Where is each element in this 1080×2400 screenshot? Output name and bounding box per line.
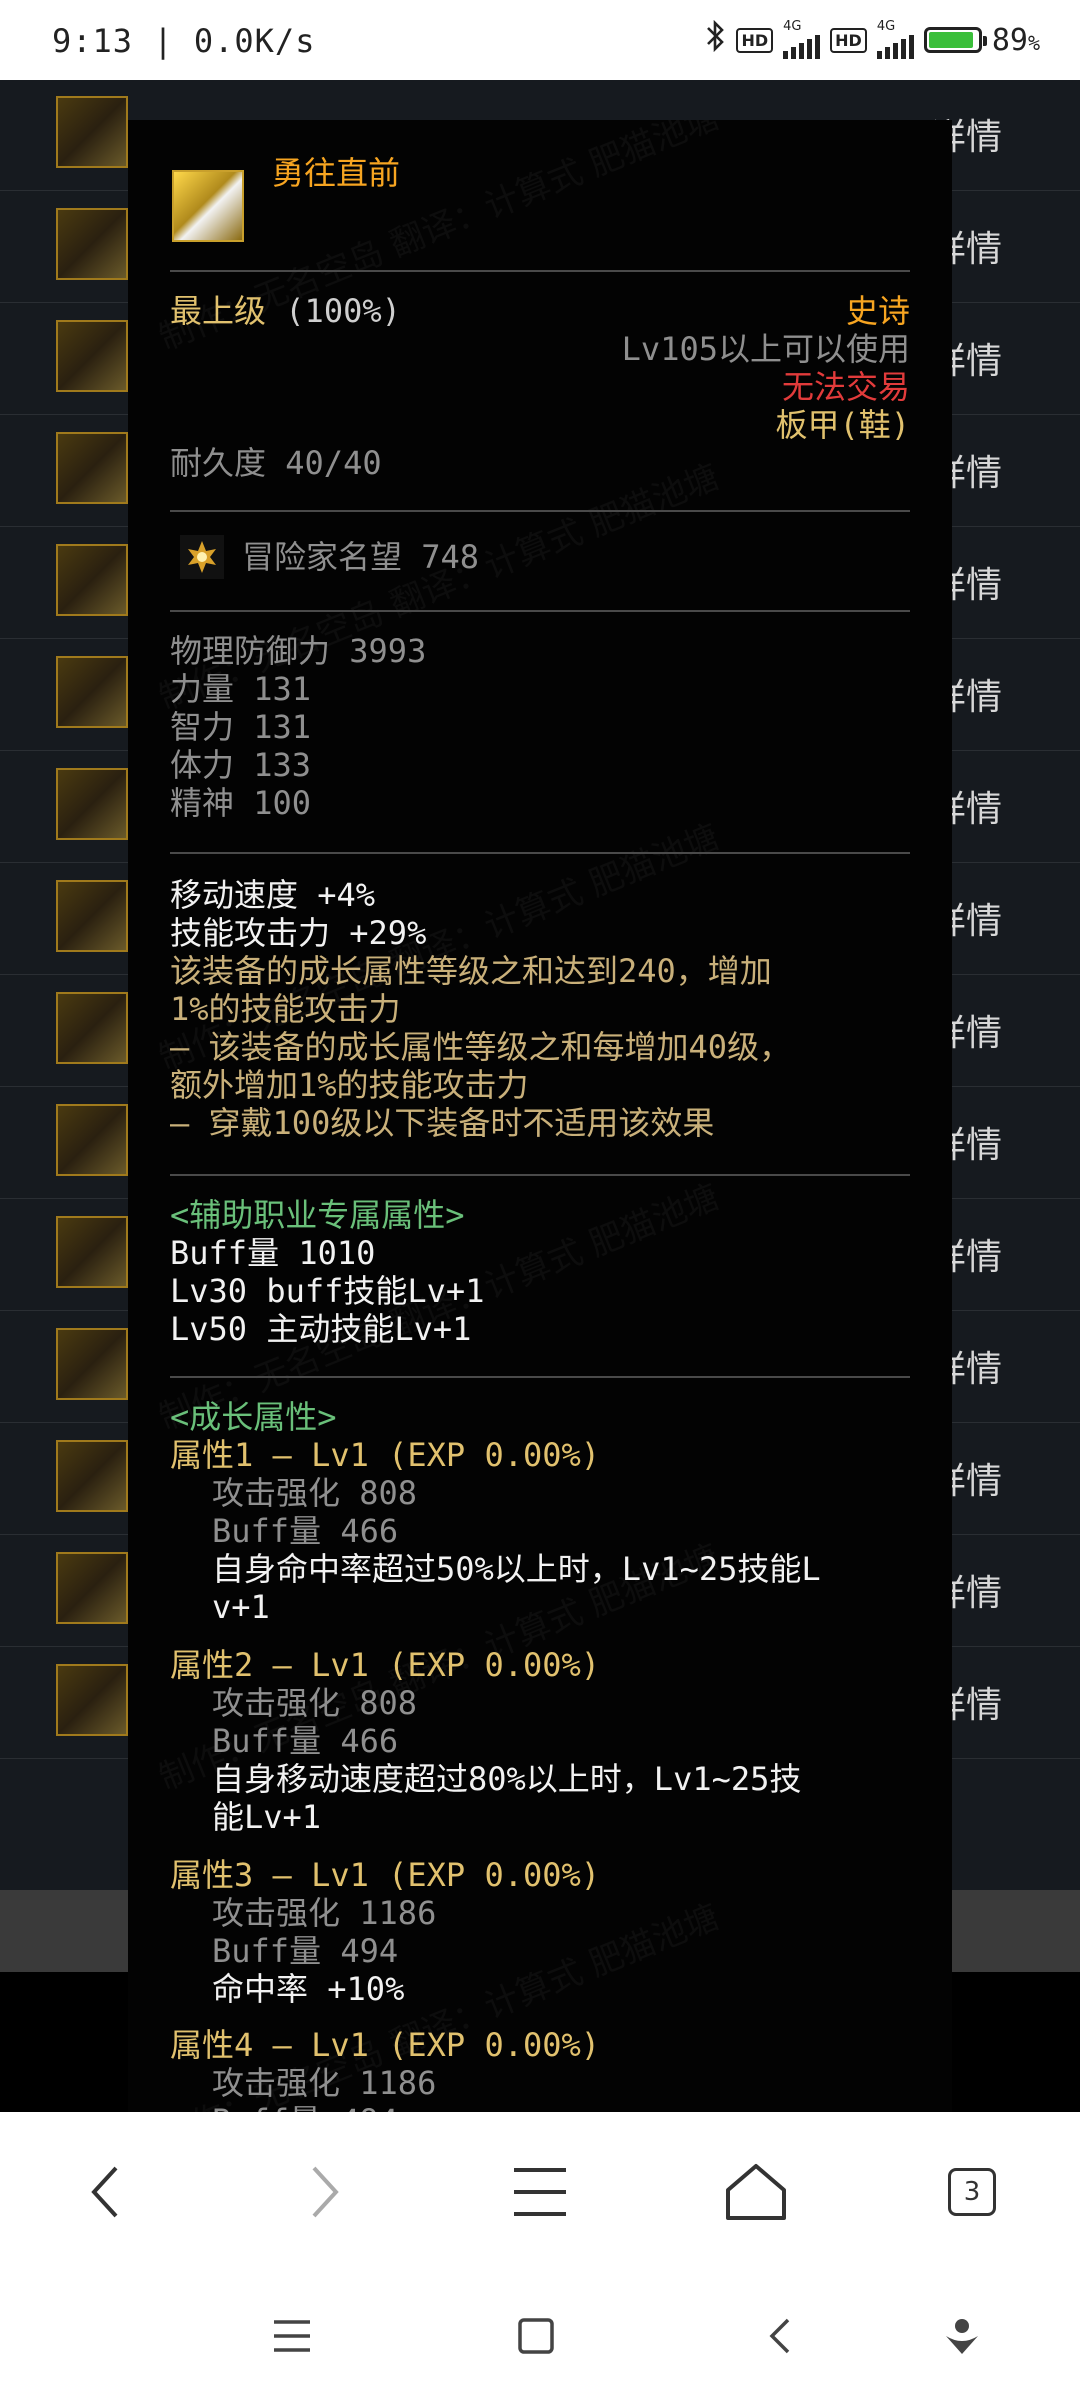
growth-3-head: 属性3 — Lv1 (EXP 0.00%) xyxy=(170,1856,601,1894)
item-tooltip: 制作：无名空岛 翻译：计算式 肥猫池塘 制作：无名空岛 翻译：计算式 肥猫池塘 … xyxy=(128,120,952,2120)
fame-crest-icon xyxy=(180,535,224,579)
home-nav-button[interactable] xyxy=(504,2304,568,2368)
stat-strength: 力量 131 xyxy=(170,670,312,708)
menu-icon xyxy=(514,2168,566,2216)
bonus-desc-line: 额外增加1%的技能攻击力 xyxy=(170,1066,529,1104)
item-thumbnail xyxy=(56,1104,128,1176)
recent-apps-button[interactable] xyxy=(260,2304,324,2368)
item-thumbnail xyxy=(56,1328,128,1400)
item-thumbnail xyxy=(56,432,128,504)
growth-1-head: 属性1 — Lv1 (EXP 0.00%) xyxy=(170,1436,601,1474)
back-triangle-icon xyxy=(769,2318,790,2354)
bonus-desc-line: — 该装备的成长属性等级之和每增加40级， xyxy=(170,1028,792,1066)
home-icon xyxy=(726,2164,786,2220)
divider xyxy=(170,1174,910,1176)
support-lv30: Lv30 buff技能Lv+1 xyxy=(170,1272,485,1310)
growth-1-attack: 攻击强化 808 xyxy=(212,1474,418,1512)
battery-level: 89% xyxy=(991,22,1040,58)
system-nav-bar xyxy=(0,2272,1080,2400)
chevron-right-icon xyxy=(312,2166,339,2218)
bonus-skill-attack: 技能攻击力 +29% xyxy=(170,914,427,952)
item-grade: 最上级 (100%) xyxy=(170,292,401,330)
growth-1-buff: Buff量 466 xyxy=(212,1512,399,1550)
hd-icon: HD xyxy=(830,27,867,53)
status-left: 9:13 | 0.0K/s xyxy=(52,22,316,60)
growth-3-attack: 攻击强化 1186 xyxy=(212,1894,437,1932)
item-thumbnail xyxy=(56,992,128,1064)
support-section-title: <辅助职业专属属性> xyxy=(170,1196,465,1234)
divider xyxy=(170,610,910,612)
status-right: HD 4G HD 4G 89% xyxy=(704,19,1040,60)
growth-1-effect: 自身命中率超过50%以上时，Lv1~25技能L xyxy=(212,1550,821,1588)
recent-apps-icon xyxy=(274,2320,310,2352)
item-thumbnail xyxy=(56,1216,128,1288)
stat-defense: 物理防御力 3993 xyxy=(170,632,427,670)
item-thumbnail xyxy=(56,544,128,616)
item-thumbnail xyxy=(56,208,128,280)
divider xyxy=(170,270,910,272)
item-thumbnail xyxy=(56,768,128,840)
item-boots-icon xyxy=(172,170,244,242)
tabs-button[interactable]: 3 xyxy=(932,2152,1012,2232)
bluetooth-icon xyxy=(704,19,726,60)
item-thumbnail xyxy=(56,1440,128,1512)
growth-4-head: 属性4 — Lv1 (EXP 0.00%) xyxy=(170,2026,601,2064)
item-name: 勇往直前 xyxy=(272,154,401,192)
item-thumbnail xyxy=(56,320,128,392)
item-thumbnail xyxy=(56,880,128,952)
assistant-icon xyxy=(946,2319,978,2354)
adventurer-fame: 冒险家名望 748 xyxy=(242,538,480,576)
chevron-left-icon xyxy=(91,2166,118,2218)
back-nav-button[interactable] xyxy=(748,2304,812,2368)
assistant-button[interactable] xyxy=(930,2304,994,2368)
durability: 耐久度 40/40 xyxy=(170,444,382,482)
growth-2-effect: 能Lv+1 xyxy=(212,1798,322,1836)
browser-nav-bar: 3 xyxy=(0,2112,1080,2272)
growth-3-effect: 命中率 +10% xyxy=(212,1970,405,2008)
square-home-icon xyxy=(518,2318,554,2354)
item-thumbnail xyxy=(56,1664,128,1736)
item-thumbnail xyxy=(56,1552,128,1624)
stat-spirit: 精神 100 xyxy=(170,784,312,822)
growth-2-head: 属性2 — Lv1 (EXP 0.00%) xyxy=(170,1646,601,1684)
growth-1-effect: v+1 xyxy=(212,1588,270,1626)
level-requirement: Lv105以上可以使用 xyxy=(621,330,910,368)
support-lv50: Lv50 主动技能Lv+1 xyxy=(170,1310,472,1348)
status-bar: 9:13 | 0.0K/s HD 4G HD 4G 89% xyxy=(0,0,1080,80)
item-thumbnail xyxy=(56,96,128,168)
forward-button[interactable] xyxy=(284,2152,364,2232)
growth-3-buff: Buff量 494 xyxy=(212,1932,399,1970)
growth-4-attack: 攻击强化 1186 xyxy=(212,2064,437,2102)
bonus-desc-line: — 穿戴100级以下装备时不适用该效果 xyxy=(170,1104,715,1142)
growth-2-buff: Buff量 466 xyxy=(212,1722,399,1760)
divider xyxy=(170,1376,910,1378)
item-type: 板甲(鞋) xyxy=(775,406,910,444)
support-buff: Buff量 1010 xyxy=(170,1234,376,1272)
bonus-desc-line: 该装备的成长属性等级之和达到240，增加 xyxy=(170,952,772,990)
back-button[interactable] xyxy=(66,2152,146,2232)
stat-intelligence: 智力 131 xyxy=(170,708,312,746)
battery-icon xyxy=(923,27,987,53)
item-rarity: 史诗 xyxy=(845,292,910,330)
signal-bars-icon xyxy=(783,33,821,59)
hd-icon: HD xyxy=(736,27,774,53)
item-thumbnail xyxy=(56,656,128,728)
growth-section-title: <成长属性> xyxy=(170,1398,337,1436)
bonus-move-speed: 移动速度 +4% xyxy=(170,876,376,914)
menu-button[interactable] xyxy=(500,2152,580,2232)
signal-2: 4G xyxy=(876,20,914,59)
divider xyxy=(170,510,910,512)
signal-1: 4G xyxy=(783,20,821,59)
growth-2-effect: 自身移动速度超过80%以上时，Lv1~25技 xyxy=(212,1760,802,1798)
tabs-count: 3 xyxy=(948,2168,996,2216)
signal-bars-icon xyxy=(876,33,914,59)
home-button[interactable] xyxy=(716,2152,796,2232)
bonus-desc-line: 1%的技能攻击力 xyxy=(170,990,401,1028)
trade-status: 无法交易 xyxy=(781,368,910,406)
divider xyxy=(170,852,910,854)
growth-2-attack: 攻击强化 808 xyxy=(212,1684,418,1722)
stat-vitality: 体力 133 xyxy=(170,746,312,784)
network-speed: 0.0K/s xyxy=(193,22,316,60)
status-time: 9:13 xyxy=(52,22,134,60)
